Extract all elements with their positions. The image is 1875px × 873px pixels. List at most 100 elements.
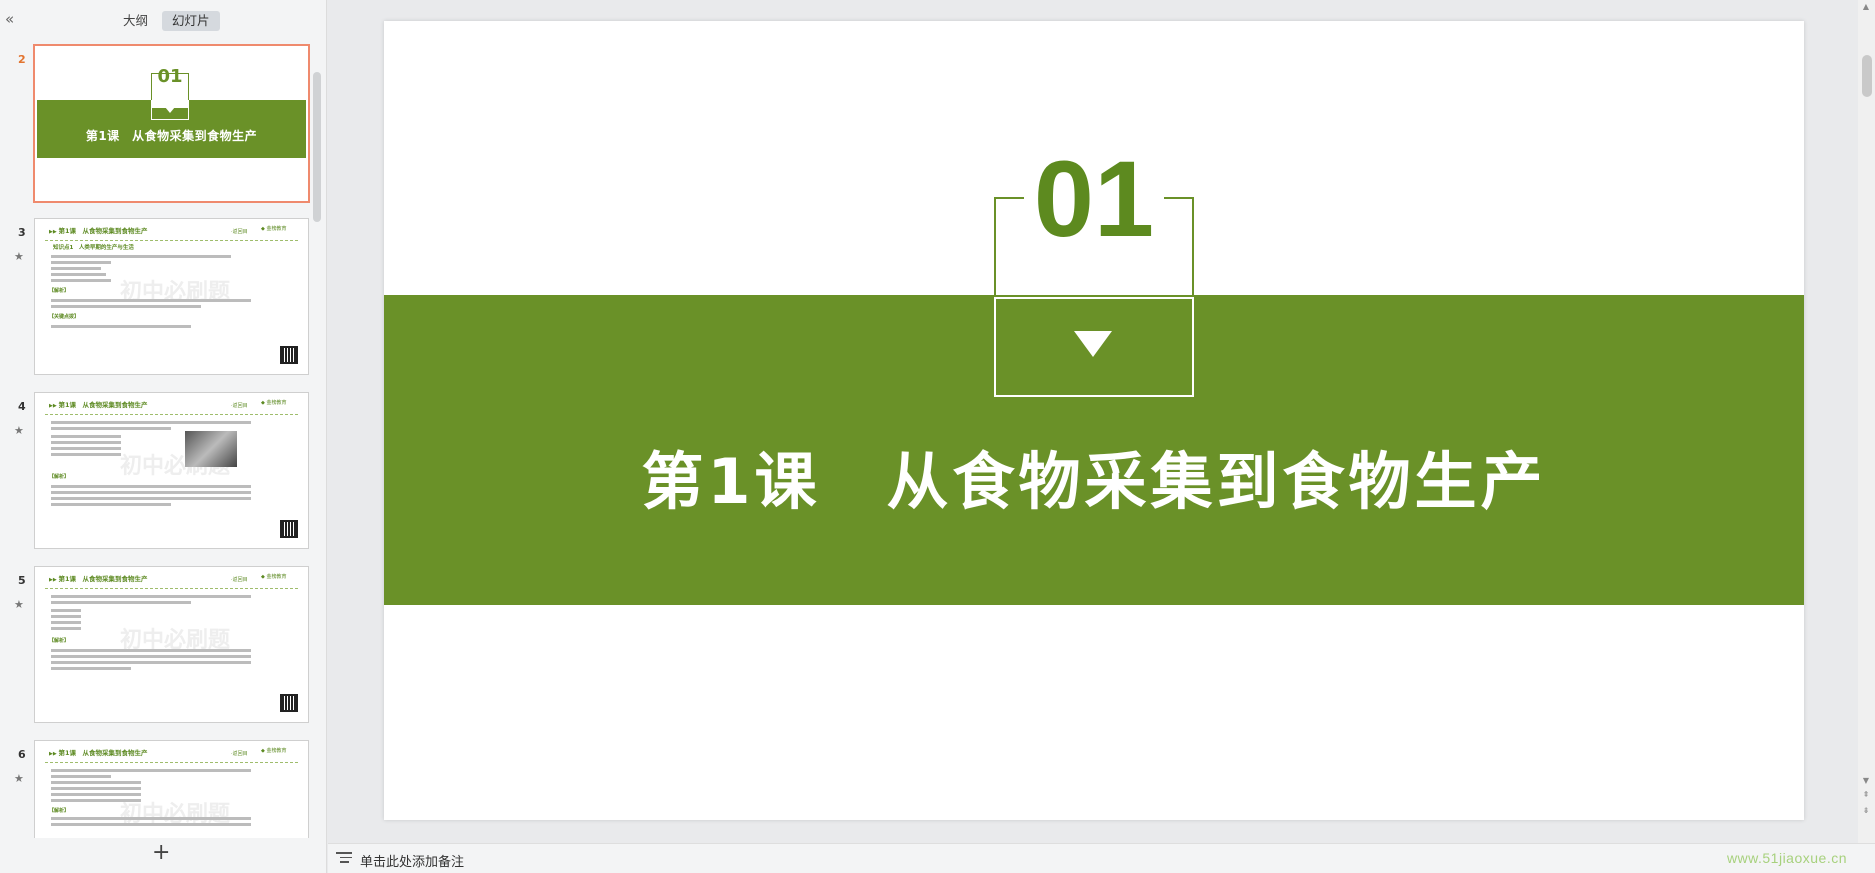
text-line: [51, 255, 231, 258]
slide-thumbnail-3[interactable]: 初中必刷题 第1课 从食物采集到食物生产 ·返回目 金榜教育 知识点1 人类早期…: [34, 218, 309, 375]
collapse-panel-icon[interactable]: «: [5, 12, 21, 28]
notes-icon: [336, 852, 352, 864]
thumb-analysis: 【解析】: [49, 288, 70, 294]
slide-number: 4: [18, 400, 26, 413]
text-line: [51, 325, 191, 328]
text-line: [51, 601, 191, 604]
thumb-back-link: ·返回目: [231, 403, 248, 409]
text-line: [51, 817, 251, 820]
text-line: [51, 447, 121, 450]
animation-star-icon: ★: [14, 424, 24, 437]
text-line: [51, 299, 251, 302]
text-line: [51, 793, 141, 796]
thumb-analysis: 【解析】: [49, 474, 70, 480]
thumb-divider: [45, 588, 298, 589]
slide-number: 3: [18, 226, 26, 239]
text-line: [51, 799, 141, 802]
scroll-down-icon[interactable]: ▼: [1860, 776, 1872, 785]
section-number: 01: [1033, 138, 1155, 259]
text-line: [51, 491, 251, 494]
text-line: [51, 627, 81, 630]
thumb-analysis: 【解析】: [49, 808, 70, 814]
text-line: [51, 421, 251, 424]
text-line: [51, 823, 251, 826]
text-line: [51, 497, 251, 500]
triangle-down-icon: [1074, 331, 1112, 357]
slide-thumbnail-panel: « 大纲 幻灯片 2 01 第1课 从食物采集到食物生产 3 ★ 初中必刷题 第…: [0, 0, 327, 873]
add-slide-button[interactable]: +: [152, 842, 170, 864]
thumb-back-link: ·返回目: [231, 751, 248, 757]
tab-outline[interactable]: 大纲: [113, 11, 158, 31]
animation-star-icon: ★: [14, 250, 24, 263]
thumbnail-list: 2 01 第1课 从食物采集到食物生产 3 ★ 初中必刷题 第1课 从食物采集到…: [0, 40, 320, 838]
text-line: [51, 787, 141, 790]
qr-code: [280, 346, 298, 364]
thumb-logo: 金榜教育: [261, 747, 286, 754]
text-line: [51, 615, 81, 618]
thumb-analysis: 【解析】: [49, 638, 70, 644]
thumb-arrow-down-icon: [165, 107, 175, 113]
thumb-header: 第1课 从食物采集到食物生产: [49, 399, 147, 409]
site-watermark: www.51jiaoxue.cn: [1726, 850, 1847, 866]
slide-number: 2: [18, 53, 26, 66]
vertical-scrollbar[interactable]: ▲ ▼ ⇞ ⇟: [1858, 0, 1875, 843]
scrollbar-thumb[interactable]: [1862, 55, 1872, 97]
text-line: [51, 267, 101, 270]
thumb-photo: [185, 431, 237, 467]
page-up-icon[interactable]: ⇞: [1860, 790, 1872, 799]
thumb-header: 第1课 从食物采集到食物生产: [49, 747, 147, 757]
text-line: [51, 655, 251, 658]
notes-placeholder[interactable]: 单击此处添加备注: [360, 851, 464, 870]
slide-number: 5: [18, 574, 26, 587]
notes-bar: 单击此处添加备注 www.51jiaoxue.cn: [328, 843, 1875, 873]
thumb-big-number: 01: [157, 66, 183, 87]
slide-thumbnail-4[interactable]: 初中必刷题 第1课 从食物采集到食物生产 ·返回目 金榜教育 【解析】: [34, 392, 309, 549]
text-line: [51, 649, 251, 652]
text-line: [51, 305, 201, 308]
thumb-title: 第1课 从食物采集到食物生产: [85, 129, 258, 143]
text-line: [51, 775, 111, 778]
text-line: [51, 661, 251, 664]
text-line: [51, 769, 251, 772]
thumb-back-link: ·返回目: [231, 229, 248, 235]
qr-code: [280, 694, 298, 712]
scroll-up-icon[interactable]: ▲: [1860, 2, 1872, 11]
thumb-key-point: 【关键点拨】: [49, 314, 80, 320]
text-line: [51, 273, 106, 276]
thumb-divider: [45, 414, 298, 415]
page-down-icon[interactable]: ⇟: [1860, 806, 1872, 815]
text-line: [51, 781, 141, 784]
text-line: [51, 279, 111, 282]
animation-star-icon: ★: [14, 598, 24, 611]
text-line: [51, 621, 81, 624]
thumb-divider: [45, 240, 298, 241]
slide-thumbnail-5[interactable]: 初中必刷题 第1课 从食物采集到食物生产 ·返回目 金榜教育 【解析】: [34, 566, 309, 723]
tab-slides[interactable]: 幻灯片: [162, 11, 220, 31]
text-line: [51, 609, 81, 612]
text-line: [51, 595, 251, 598]
view-tabs: 大纲 幻灯片: [113, 11, 220, 31]
text-line: [51, 435, 121, 438]
text-line: [51, 261, 111, 264]
slide-thumbnail-6[interactable]: 初中必刷题 第1课 从食物采集到食物生产 ·返回目 金榜教育 【解析】: [34, 740, 309, 838]
text-line: [51, 441, 121, 444]
text-line: [51, 485, 251, 488]
text-line: [51, 503, 171, 506]
thumb-logo: 金榜教育: [261, 573, 286, 580]
slide-canvas: 01 第1课 从食物采集到食物生产: [328, 0, 1858, 843]
thumb-header: 第1课 从食物采集到食物生产: [49, 573, 147, 583]
text-line: [51, 667, 131, 670]
text-line: [51, 427, 171, 430]
slide-thumbnail-2[interactable]: 01 第1课 从食物采集到食物生产: [33, 44, 310, 203]
slide-title: 第1课 从食物采集到食物生产: [641, 445, 1547, 518]
current-slide[interactable]: 01 第1课 从食物采集到食物生产: [384, 21, 1804, 820]
thumbnail-scrollbar[interactable]: [313, 72, 321, 222]
animation-star-icon: ★: [14, 772, 24, 785]
thumb-logo: 金榜教育: [261, 225, 286, 232]
slide-number: 6: [18, 748, 26, 761]
thumb-divider: [45, 762, 298, 763]
thumb-back-link: ·返回目: [231, 577, 248, 583]
thumb-logo: 金榜教育: [261, 399, 286, 406]
thumb-header: 第1课 从食物采集到食物生产: [49, 225, 147, 235]
thumb-section: 知识点1 人类早期的生产与生活: [53, 245, 134, 251]
